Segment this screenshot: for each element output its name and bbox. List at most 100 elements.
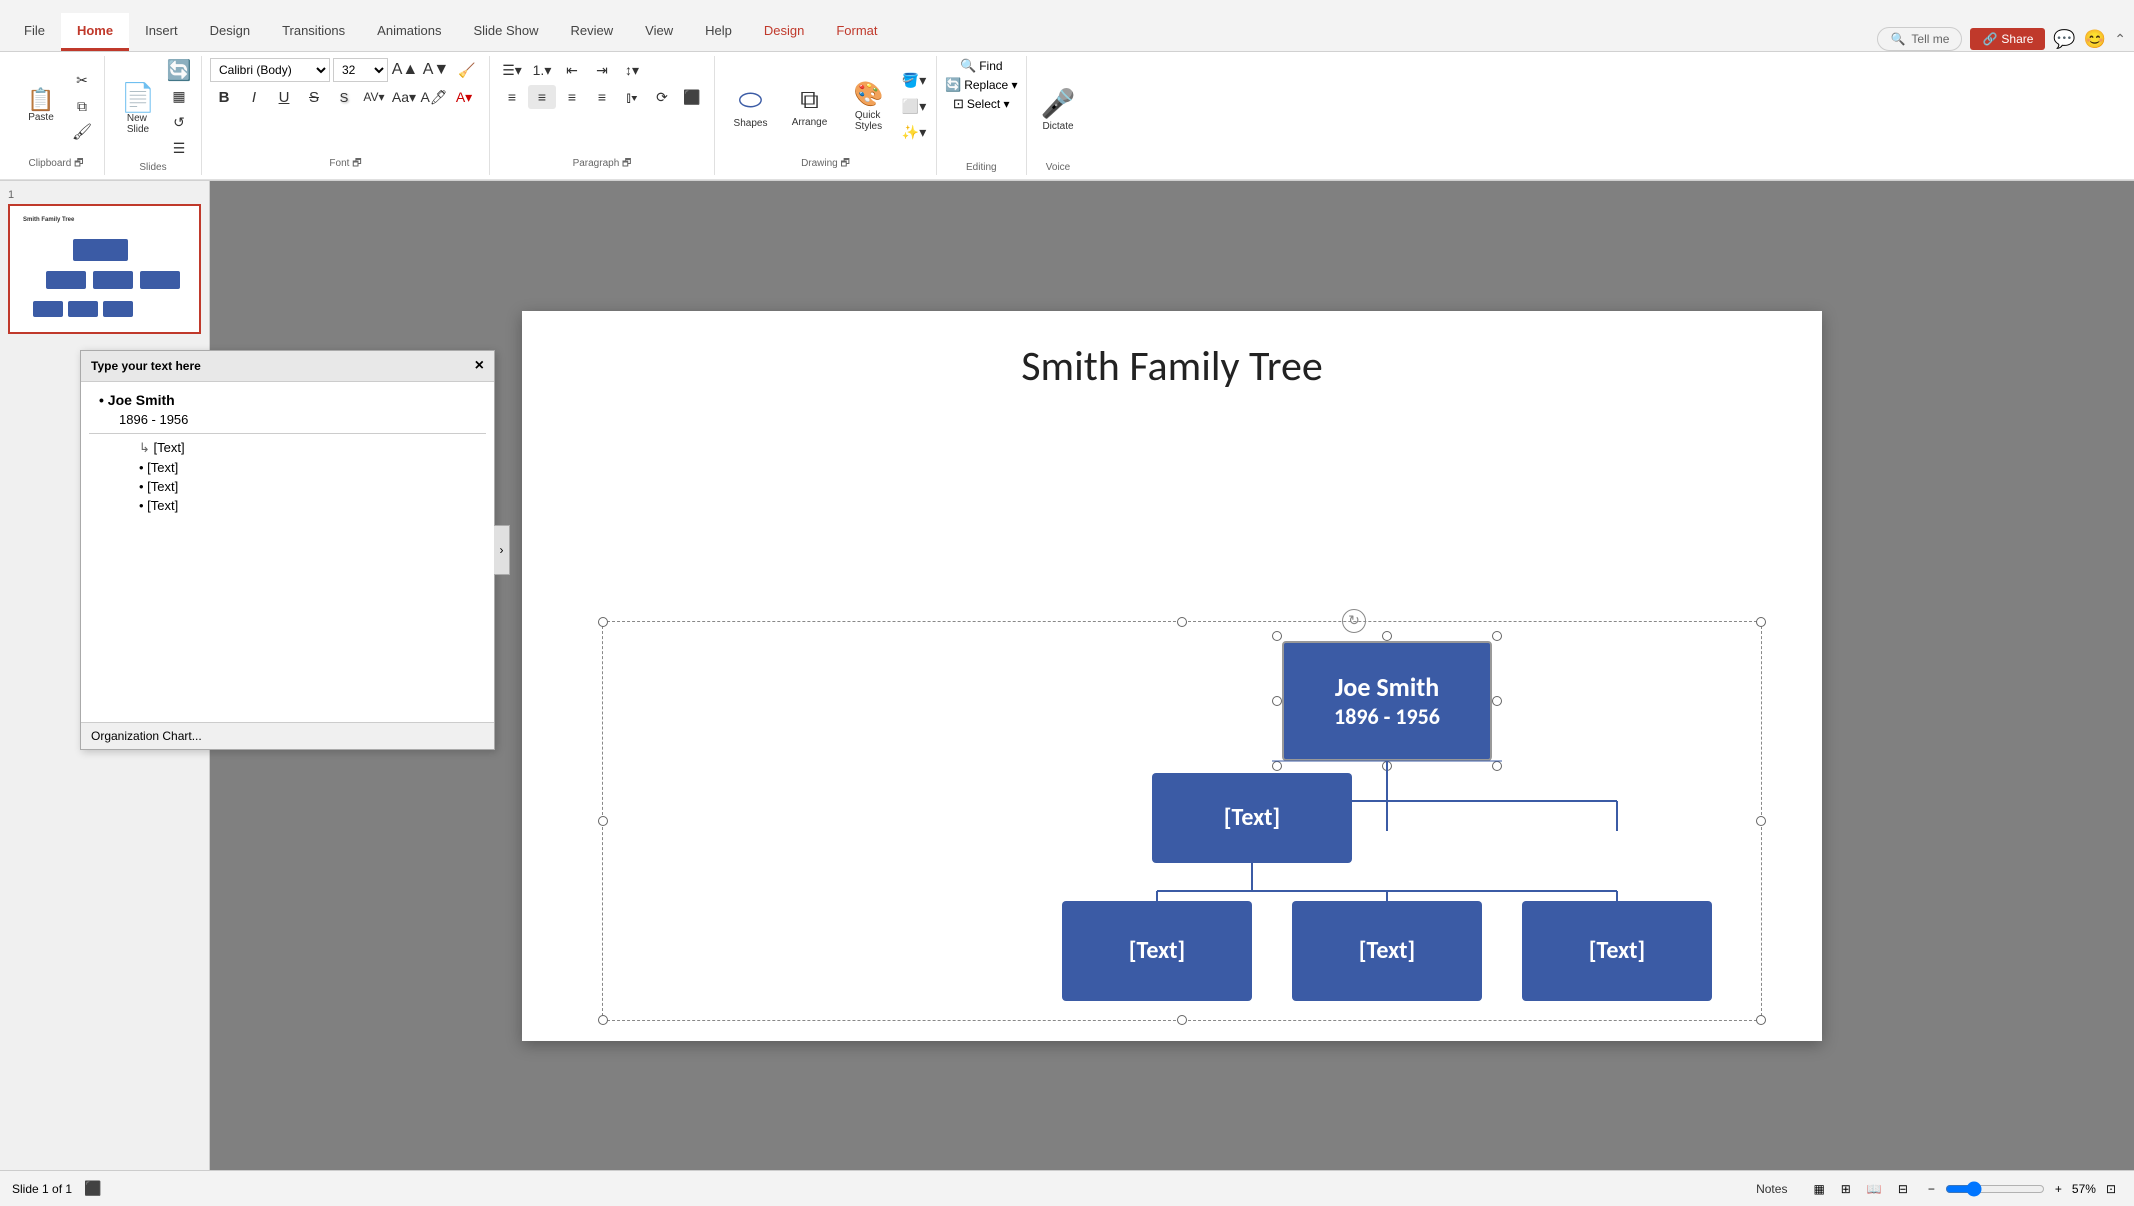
slide-sorter-button[interactable]: ⊞ bbox=[1835, 1180, 1857, 1198]
slides-label: Slides bbox=[139, 160, 166, 173]
tab-insert[interactable]: Insert bbox=[129, 13, 194, 51]
new-slide-button[interactable]: 📄 NewSlide bbox=[113, 80, 163, 139]
root-handle-tc[interactable] bbox=[1382, 631, 1392, 641]
tab-file[interactable]: File bbox=[8, 13, 61, 51]
text-case-button[interactable]: Aa▾ bbox=[390, 85, 418, 109]
handle-tl[interactable] bbox=[598, 617, 608, 627]
reading-view-button[interactable]: 📖 bbox=[1861, 1180, 1888, 1198]
handle-bc[interactable] bbox=[1177, 1015, 1187, 1025]
share-button[interactable]: 🔗 Share bbox=[1970, 28, 2045, 50]
shapes-button[interactable]: ⬭ Shapes bbox=[723, 80, 778, 133]
tab-animations[interactable]: Animations bbox=[361, 13, 457, 51]
increase-font-button[interactable]: A▲ bbox=[391, 58, 419, 82]
handle-ml[interactable] bbox=[598, 816, 608, 826]
tab-home[interactable]: Home bbox=[61, 13, 129, 51]
layout-button[interactable]: ▦ bbox=[165, 84, 193, 108]
decrease-font-button[interactable]: A▼ bbox=[422, 58, 450, 82]
strikethrough-button[interactable]: S bbox=[300, 85, 328, 109]
decrease-indent-button[interactable]: ⇤ bbox=[558, 58, 586, 82]
zoom-slider[interactable] bbox=[1945, 1181, 2045, 1197]
tab-review[interactable]: Review bbox=[555, 13, 630, 51]
ribbon-collapse[interactable]: ⌃ bbox=[2114, 31, 2126, 48]
zoom-in-button[interactable]: + bbox=[2049, 1180, 2068, 1198]
handle-mr[interactable] bbox=[1756, 816, 1766, 826]
org-level2-node[interactable]: [Text] bbox=[1152, 773, 1352, 863]
align-right-button[interactable]: ≡ bbox=[558, 85, 586, 109]
font-size-select[interactable]: 32 bbox=[333, 58, 388, 82]
tab-transitions[interactable]: Transitions bbox=[266, 13, 361, 51]
tab-design[interactable]: Design bbox=[194, 13, 266, 51]
section-button[interactable]: ☰ bbox=[165, 136, 193, 160]
tab-slideshow[interactable]: Slide Show bbox=[457, 13, 554, 51]
justify-button[interactable]: ≡ bbox=[588, 85, 616, 109]
shape-effects-button[interactable]: ✨▾ bbox=[900, 120, 928, 144]
copy-button[interactable]: ⧉ bbox=[68, 94, 96, 118]
text-pane-close-button[interactable]: × bbox=[475, 357, 484, 375]
line-spacing-button[interactable]: ↕▾ bbox=[618, 58, 646, 82]
search-bar[interactable]: 🔍 Tell me bbox=[1877, 27, 1962, 51]
text-pane-footer[interactable]: Organization Chart... bbox=[210, 722, 494, 749]
font-name-select[interactable]: Calibri (Body) bbox=[210, 58, 330, 82]
increase-indent-button[interactable]: ⇥ bbox=[588, 58, 616, 82]
slide-canvas[interactable]: Smith Family Tree ↻ bbox=[522, 311, 1822, 1041]
handle-br[interactable] bbox=[1756, 1015, 1766, 1025]
comment-button[interactable]: 💬 bbox=[2053, 29, 2075, 50]
arrange-button[interactable]: ⧉ Arrange bbox=[782, 80, 837, 132]
org-level3-node-1[interactable]: [Text] bbox=[1062, 901, 1252, 1001]
root-handle-br[interactable] bbox=[1492, 761, 1502, 771]
fit-slide-button[interactable]: ⊡ bbox=[2100, 1180, 2122, 1198]
slide-thumb-inner: Smith Family Tree bbox=[13, 209, 191, 329]
org-root-node[interactable]: Joe Smith 1896 - 1956 bbox=[1282, 641, 1492, 761]
select-button[interactable]: Select ▾ bbox=[967, 97, 1010, 111]
tab-design2[interactable]: Design bbox=[748, 13, 820, 51]
paste-button[interactable]: 📋 Paste bbox=[16, 85, 66, 127]
tab-view[interactable]: View bbox=[629, 13, 689, 51]
highlight-color-button[interactable]: A🖊 bbox=[420, 85, 448, 109]
shape-fill-button[interactable]: 🪣▾ bbox=[900, 68, 928, 92]
slide-thumbnail[interactable]: Smith Family Tree bbox=[8, 204, 201, 334]
root-handle-tr[interactable] bbox=[1492, 631, 1502, 641]
normal-view-button[interactable]: ▦ bbox=[1807, 1180, 1830, 1198]
align-center-button[interactable]: ≡ bbox=[528, 85, 556, 109]
replace-button[interactable]: Replace ▾ bbox=[964, 78, 1017, 92]
bold-button[interactable]: B bbox=[210, 85, 238, 109]
columns-button[interactable]: ⫾▾ bbox=[618, 85, 646, 109]
root-handle-mr[interactable] bbox=[1492, 696, 1502, 706]
align-left-button[interactable]: ≡ bbox=[498, 85, 526, 109]
format-painter-button[interactable]: 🖌 bbox=[68, 120, 96, 144]
find-button[interactable]: Find bbox=[979, 59, 1002, 73]
quick-styles-button[interactable]: 🎨 QuickStyles bbox=[841, 76, 896, 136]
handle-tr[interactable] bbox=[1756, 617, 1766, 627]
numbering-button[interactable]: 1.▾ bbox=[528, 58, 556, 82]
clear-format-button[interactable]: 🧹 bbox=[453, 58, 481, 82]
handle-tc[interactable] bbox=[1177, 617, 1187, 627]
tab-help[interactable]: Help bbox=[689, 13, 748, 51]
underline-button[interactable]: U bbox=[270, 85, 298, 109]
root-handle-ml[interactable] bbox=[1272, 696, 1282, 706]
reset-button[interactable]: ↺ bbox=[165, 110, 193, 134]
handle-bl[interactable] bbox=[598, 1015, 608, 1025]
font-color-button[interactable]: A▾ bbox=[450, 85, 478, 109]
bullets-button[interactable]: ☰▾ bbox=[498, 58, 526, 82]
root-handle-bc[interactable] bbox=[1382, 761, 1392, 771]
smart-art-button[interactable]: ⬛ bbox=[678, 85, 706, 109]
reuse-slides-button[interactable]: 🔄 bbox=[165, 58, 193, 82]
zoom-out-button[interactable]: − bbox=[1922, 1180, 1941, 1198]
cut-button[interactable]: ✂ bbox=[68, 68, 96, 92]
org-level3-node-3[interactable]: [Text] bbox=[1522, 901, 1712, 1001]
org-level3-node-2[interactable]: [Text] bbox=[1292, 901, 1482, 1001]
shadow-button[interactable]: S bbox=[330, 85, 358, 109]
root-handle-tl[interactable] bbox=[1272, 631, 1282, 641]
shape-outline-button[interactable]: ⬜▾ bbox=[900, 94, 928, 118]
text-direction-button[interactable]: ⟳ bbox=[648, 85, 676, 109]
user-icon[interactable]: 😊 bbox=[2084, 29, 2106, 50]
text-pane-collapse-button[interactable]: › bbox=[494, 525, 510, 575]
presenter-view-button[interactable]: ⊟ bbox=[1892, 1180, 1914, 1198]
char-spacing-button[interactable]: AV▾ bbox=[360, 85, 388, 109]
root-handle-bl[interactable] bbox=[1272, 761, 1282, 771]
accessibility-icon: ⬛ bbox=[84, 1180, 101, 1197]
notes-button[interactable]: Notes bbox=[1744, 1178, 1799, 1200]
italic-button[interactable]: I bbox=[240, 85, 268, 109]
tab-format[interactable]: Format bbox=[820, 13, 893, 51]
dictate-button[interactable]: 🎤 Dictate bbox=[1035, 83, 1082, 136]
